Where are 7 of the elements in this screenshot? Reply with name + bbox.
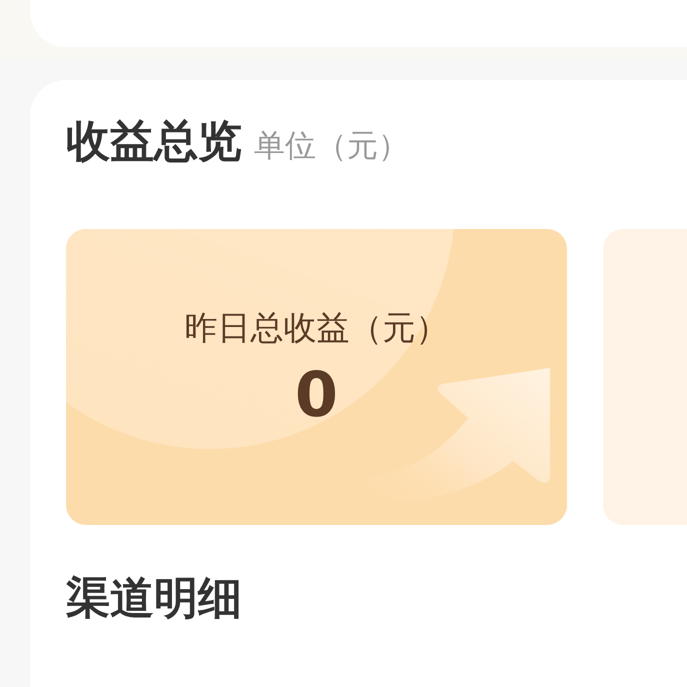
unit-label: 单位（元） [254, 128, 409, 166]
next-card[interactable] [603, 228, 687, 525]
section-title: 渠道明细 [66, 572, 242, 626]
stat-label: 昨日总收益（元） [184, 306, 448, 349]
earnings-card[interactable]: 昨日总收益（元） 0 [66, 228, 567, 525]
stat-value: 0 [294, 360, 338, 429]
section-title: 收益总览 [66, 116, 242, 169]
